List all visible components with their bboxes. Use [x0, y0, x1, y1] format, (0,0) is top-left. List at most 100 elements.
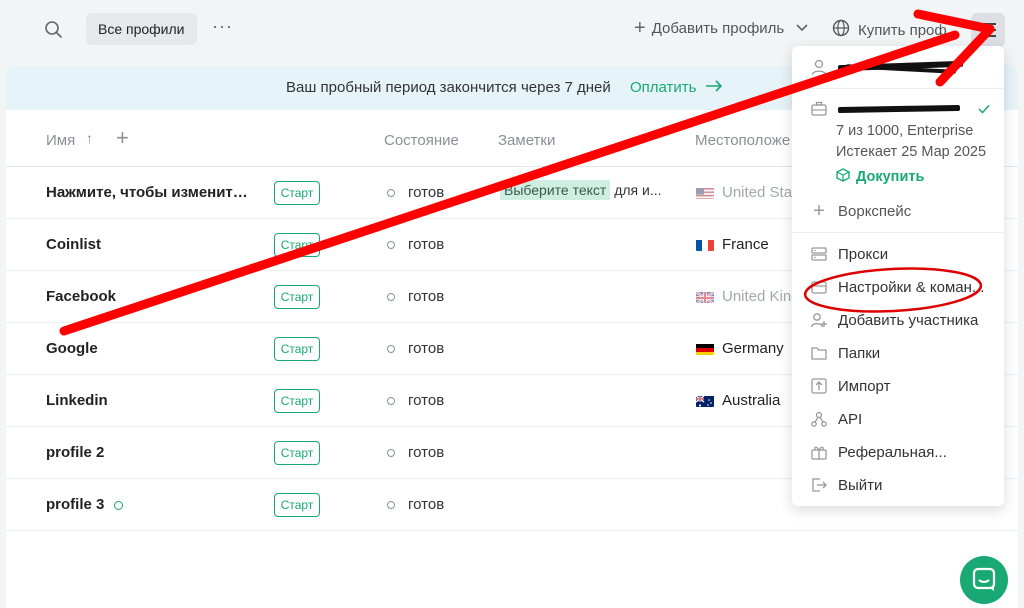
- support-chat-button[interactable]: [960, 556, 1008, 604]
- menu-item-label: API: [838, 410, 863, 428]
- profile-status: готов: [408, 340, 445, 357]
- proxy-icon: [810, 245, 828, 263]
- profile-status: готов: [408, 288, 445, 305]
- profile-name[interactable]: Coinlist: [46, 236, 101, 253]
- menu-divider: [792, 232, 1004, 233]
- trial-banner-text: Ваш пробный период закончится через 7 дн…: [286, 79, 611, 96]
- column-header-status[interactable]: Состояние: [384, 132, 459, 149]
- plus-icon: +: [813, 200, 825, 222]
- profile-name[interactable]: profile 3: [46, 496, 124, 513]
- add-workspace-button[interactable]: + Воркспейс: [810, 200, 912, 222]
- location-text: France: [722, 236, 769, 253]
- location-text: Australia: [722, 392, 781, 409]
- more-options-icon[interactable]: ···: [212, 16, 233, 37]
- status-dot-icon: [387, 189, 395, 197]
- menu-item-label: Импорт: [838, 377, 891, 395]
- status-dot-icon: [387, 501, 395, 509]
- import-icon: [810, 377, 828, 395]
- add-profile-button[interactable]: + Добавить профиль: [634, 18, 808, 38]
- profile-note[interactable]: Выберите текст для и...: [500, 180, 662, 200]
- main-menu-dropdown: 7 из 1000, Enterprise Истекает 25 Мар 20…: [792, 46, 1004, 506]
- buy-more-button[interactable]: Докупить: [836, 168, 924, 186]
- menu-item-folder[interactable]: Папки: [810, 344, 880, 362]
- menu-item-import[interactable]: Импорт: [810, 377, 890, 395]
- hamburger-menu-icon[interactable]: [971, 13, 1005, 47]
- profile-location: Germany: [696, 340, 784, 357]
- menu-item-add-user[interactable]: Добавить участника: [810, 311, 978, 329]
- checkmark-icon: [978, 101, 990, 118]
- flag-de-icon: [696, 343, 714, 355]
- account-email-redacted: [837, 60, 968, 74]
- all-profiles-filter[interactable]: Все профили: [86, 13, 197, 45]
- flag-gb-icon: [696, 290, 714, 303]
- plan-usage: 7 из 1000, Enterprise: [836, 123, 974, 139]
- profile-status: готов: [408, 496, 445, 513]
- profile-name[interactable]: Linkedin: [46, 392, 108, 409]
- menu-item-logout[interactable]: Выйти: [810, 476, 882, 494]
- flag-us-icon: [696, 187, 714, 199]
- cube-icon: [836, 168, 850, 186]
- gift-icon: [810, 443, 828, 461]
- status-dot-icon: [387, 293, 395, 301]
- profile-status: готов: [408, 236, 445, 253]
- start-profile-button[interactable]: Старт: [274, 337, 320, 361]
- start-profile-button[interactable]: Старт: [274, 233, 320, 257]
- menu-item-label: Прокси: [838, 245, 889, 263]
- chevron-down-icon[interactable]: [796, 21, 808, 35]
- start-profile-button[interactable]: Старт: [274, 493, 320, 517]
- add-profile-label: Добавить профиль: [651, 19, 785, 37]
- account-item[interactable]: [810, 58, 968, 76]
- api-icon: [810, 410, 828, 428]
- sort-ascending-icon[interactable]: ↑: [86, 130, 93, 146]
- column-header-location[interactable]: Местоположе: [695, 132, 790, 149]
- buy-more-label: Докупить: [856, 169, 925, 185]
- folder-icon: [810, 344, 828, 362]
- menu-item-label: Настройки & коман...: [838, 278, 985, 296]
- logout-icon: [810, 476, 828, 494]
- search-icon[interactable]: [42, 18, 66, 42]
- location-text: Germany: [722, 340, 784, 357]
- profile-location: France: [696, 236, 769, 253]
- menu-item-label: Выйти: [838, 476, 883, 494]
- profile-status: готов: [408, 444, 445, 461]
- plan-item[interactable]: [810, 100, 990, 118]
- profile-name[interactable]: Нажмите, чтобы изменить и...: [46, 184, 256, 201]
- note-placeholder-highlight: Выберите текст: [500, 180, 611, 200]
- location-text: United Stat: [722, 184, 797, 201]
- menu-divider: [792, 88, 1004, 89]
- menu-item-proxy[interactable]: Прокси: [810, 245, 888, 263]
- profile-location: Australia: [696, 392, 780, 409]
- note-text: для и...: [614, 182, 662, 198]
- menu-item-api[interactable]: API: [810, 410, 862, 428]
- profile-location: United King: [696, 288, 800, 305]
- plan-name-redacted: [837, 102, 968, 116]
- column-header-name[interactable]: Имя: [46, 132, 75, 149]
- chat-icon: [972, 567, 996, 591]
- status-dot-icon: [387, 397, 395, 405]
- status-dot-icon: [387, 449, 395, 457]
- user-icon: [810, 58, 828, 76]
- profile-name[interactable]: profile 2: [46, 444, 104, 461]
- buy-profiles-button[interactable]: Купить проф: [832, 19, 947, 41]
- profile-location: United Stat: [696, 184, 796, 201]
- add-user-icon: [810, 311, 828, 329]
- add-workspace-label: Воркспейс: [838, 202, 912, 220]
- column-header-notes[interactable]: Заметки: [498, 132, 555, 149]
- plan-expiry: Истекает 25 Мар 2025: [836, 144, 987, 160]
- profile-name[interactable]: Google: [46, 340, 98, 357]
- start-profile-button[interactable]: Старт: [274, 285, 320, 309]
- profile-status: готов: [408, 392, 445, 409]
- arrow-right-icon: [705, 79, 723, 96]
- menu-item-gift[interactable]: Реферальная...: [810, 443, 947, 461]
- menu-item-settings[interactable]: Настройки & коман...: [810, 278, 984, 296]
- add-column-icon[interactable]: +: [116, 125, 129, 151]
- profile-name[interactable]: Facebook: [46, 288, 116, 305]
- status-dot-icon: [387, 345, 395, 353]
- start-profile-button[interactable]: Старт: [274, 389, 320, 413]
- start-profile-button[interactable]: Старт: [274, 181, 320, 205]
- status-dot-icon: [387, 241, 395, 249]
- online-status-icon: [114, 500, 124, 510]
- start-profile-button[interactable]: Старт: [274, 441, 320, 465]
- flag-fr-icon: [696, 239, 714, 251]
- pay-link[interactable]: Оплатить: [630, 79, 723, 96]
